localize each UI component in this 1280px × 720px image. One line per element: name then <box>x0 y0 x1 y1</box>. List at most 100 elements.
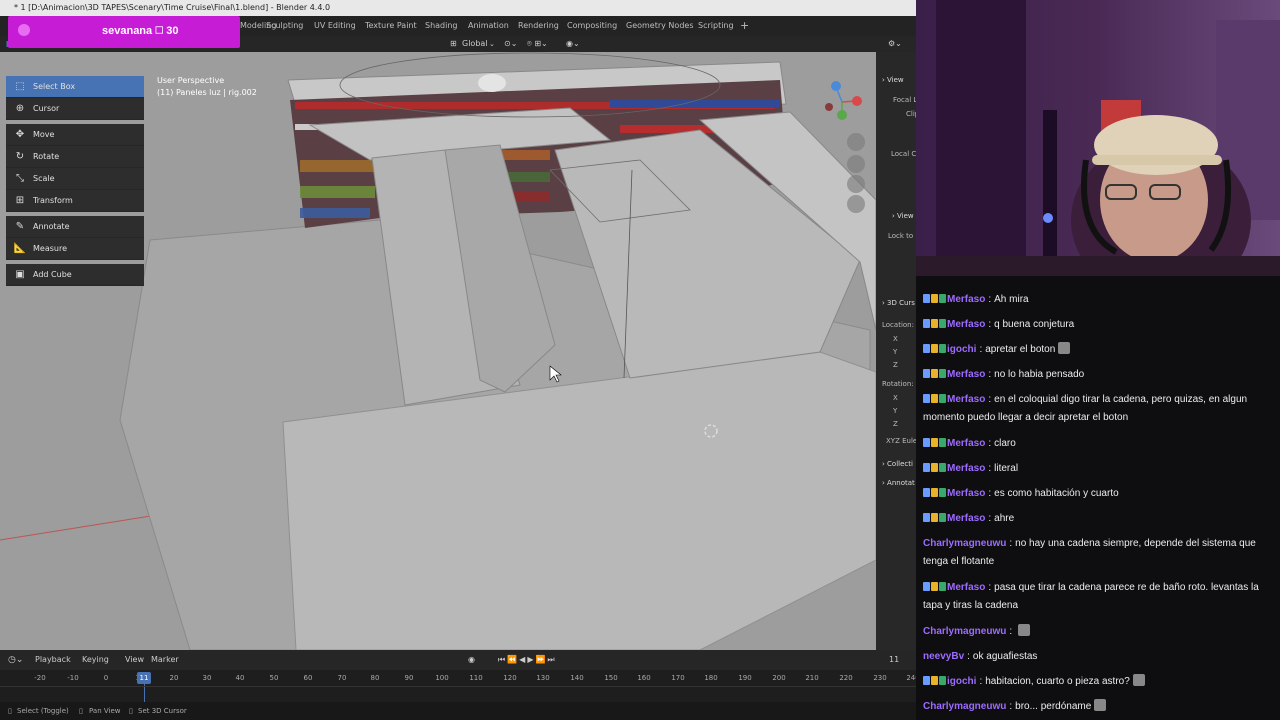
tool-annotate[interactable]: ✎ Annotate <box>6 216 144 238</box>
chat-username[interactable]: Merfaso <box>947 294 985 305</box>
tab-texture-paint[interactable]: Texture Paint <box>365 16 417 36</box>
chat-username[interactable]: Merfaso <box>947 319 985 330</box>
tab-uv-editing[interactable]: UV Editing <box>314 16 356 36</box>
collections-panel-header[interactable]: › Collecti <box>882 460 913 468</box>
tab-scripting[interactable]: Scripting <box>698 16 734 36</box>
grid-icon <box>847 195 865 213</box>
chat-badge-icon <box>923 488 930 497</box>
chat-text: habitacion, cuarto o pieza astro? <box>985 676 1130 687</box>
local-camera-label: Local C <box>891 150 917 158</box>
rotation-mode-dropdown[interactable]: XYZ Eule <box>886 437 917 445</box>
chat-badge-icon <box>931 319 938 328</box>
proportional-edit-icon[interactable]: ◉⌄ <box>566 36 580 52</box>
tab-animation[interactable]: Animation <box>468 16 509 36</box>
frame-tick-label: -20 <box>34 674 46 682</box>
chat-badge-icon <box>931 582 938 591</box>
rotation-z-field[interactable]: Z <box>893 420 898 428</box>
frame-tick-label: 170 <box>671 674 685 682</box>
chat-badge-icon <box>939 369 946 378</box>
chat-text: Ah mira <box>994 294 1029 305</box>
rotation-x-field[interactable]: X <box>893 394 898 402</box>
location-x-field[interactable]: X <box>893 335 898 343</box>
select-box-icon: ⬚ <box>15 81 25 92</box>
record-button[interactable]: ◉ <box>468 652 475 668</box>
chat-message: Charlymagneuwu: bro... perdóname <box>923 698 1275 716</box>
mouse-left-icon: ▯ <box>8 707 12 715</box>
add-workspace-button[interactable]: + <box>740 16 749 36</box>
lock-to-label: Lock to <box>888 232 914 240</box>
chat-username[interactable]: igochi <box>947 676 976 687</box>
chat-username[interactable]: Merfaso <box>947 369 985 380</box>
chat-username[interactable]: Merfaso <box>947 513 985 524</box>
chat-text: no lo habia pensado <box>994 369 1085 380</box>
window-title: * 1 [D:\Animacion\3D TAPES\Scenary\Time … <box>14 3 331 12</box>
transform-icon: ⊞ <box>15 195 25 206</box>
tool-scale[interactable]: ⤡ Scale <box>6 168 144 190</box>
timeline-ruler[interactable]: -20-100102030405060708090100110120130140… <box>0 670 920 702</box>
view-panel-header[interactable]: › View <box>882 76 904 84</box>
view-menu[interactable]: View <box>125 652 144 668</box>
tool-move[interactable]: ✥ Move <box>6 124 144 146</box>
snap-icon[interactable]: ⌾ ⊞⌄ <box>527 36 548 52</box>
location-y-field[interactable]: Y <box>893 348 897 356</box>
chat-username[interactable]: neevyBv <box>923 651 964 662</box>
tool-measure[interactable]: 📐 Measure <box>6 238 144 260</box>
frame-tick-label: 60 <box>303 674 313 682</box>
chat-badge-icon <box>939 344 946 353</box>
chat-message: Merfaso: pasa que tirar la cadena parece … <box>923 582 1259 611</box>
chat-badge-icon <box>931 488 938 497</box>
chevron-down-icon[interactable]: ⌄ <box>489 36 495 52</box>
current-frame-field[interactable]: 11 <box>889 652 899 668</box>
chat-username[interactable]: Merfaso <box>947 463 985 474</box>
location-z-field[interactable]: Z <box>893 361 898 369</box>
tab-shading[interactable]: Shading <box>425 16 458 36</box>
tool-select-box[interactable]: ⬚ Select Box <box>6 76 144 98</box>
chat-message: igochi: apretar el boton <box>923 341 1275 359</box>
chat-username[interactable]: Charlymagneuwu <box>923 626 1006 637</box>
tab-geometry-nodes[interactable]: Geometry Nodes <box>626 16 693 36</box>
transform-orientation-dropdown[interactable]: Global <box>462 36 488 52</box>
chat-message: Charlymagneuwu: no hay una cadena siempre… <box>923 538 1256 567</box>
chat-badge-icon <box>939 513 946 522</box>
frame-tick-label: 230 <box>873 674 887 682</box>
status-pan-hint: Pan View <box>89 707 121 715</box>
tab-rendering[interactable]: Rendering <box>518 16 559 36</box>
chat-username[interactable]: igochi <box>947 344 976 355</box>
chat-username[interactable]: Merfaso <box>947 582 985 593</box>
playback-menu[interactable]: Playback <box>35 652 71 668</box>
tool-add-cube[interactable]: ▣ Add Cube <box>6 264 144 286</box>
measure-icon: 📐 <box>13 243 27 254</box>
chat-username[interactable]: Charlymagneuwu <box>923 701 1006 712</box>
rotation-y-field[interactable]: Y <box>893 407 897 415</box>
tool-rotate[interactable]: ↻ Rotate <box>6 146 144 168</box>
annotations-panel-header[interactable]: › Annotat <box>882 479 915 487</box>
navigation-gizmo[interactable] <box>812 78 874 218</box>
chat-text: bro... perdóname <box>1015 701 1092 712</box>
chat-username[interactable]: Charlymagneuwu <box>923 538 1006 549</box>
frame-tick-label: 40 <box>235 674 245 682</box>
chat-badge-icon <box>939 438 946 447</box>
marker-menu[interactable]: Marker <box>151 652 179 668</box>
tab-compositing[interactable]: Compositing <box>567 16 617 36</box>
camera-icon <box>847 175 865 193</box>
pivot-icon[interactable]: ⊙⌄ <box>504 36 517 52</box>
chat-username[interactable]: Merfaso <box>947 438 985 449</box>
status-cursor-hint: Set 3D Cursor <box>138 707 187 715</box>
view-options-icon[interactable]: ⚙⌄ <box>888 36 902 52</box>
keying-menu[interactable]: Keying <box>82 652 109 668</box>
tool-transform[interactable]: ⊞ Transform <box>6 190 144 212</box>
chat-message: Merfaso: no lo habia pensado <box>923 366 1275 384</box>
cursor-panel-header[interactable]: › 3D Curs <box>882 299 915 307</box>
view-subpanel-header[interactable]: › View <box>892 212 914 220</box>
tab-sculpting[interactable]: Sculpting <box>266 16 303 36</box>
chat-message: Merfaso: claro <box>923 435 1275 453</box>
chat-badge-icon <box>931 344 938 353</box>
playback-controls[interactable]: ⏮⏪◀▶⏩⏭ <box>498 652 557 668</box>
chat-username[interactable]: Merfaso <box>947 488 985 499</box>
chat-username[interactable]: Merfaso <box>947 394 985 405</box>
tool-cursor[interactable]: ⊕ Cursor <box>6 98 144 120</box>
chat-badge-icon <box>939 676 946 685</box>
editor-type-icon[interactable]: ◷⌄ <box>8 652 23 668</box>
current-frame-indicator[interactable]: 11 <box>137 672 151 684</box>
sidebar-n-panel: › View Focal L Clip Local C › View Lock … <box>876 52 920 650</box>
